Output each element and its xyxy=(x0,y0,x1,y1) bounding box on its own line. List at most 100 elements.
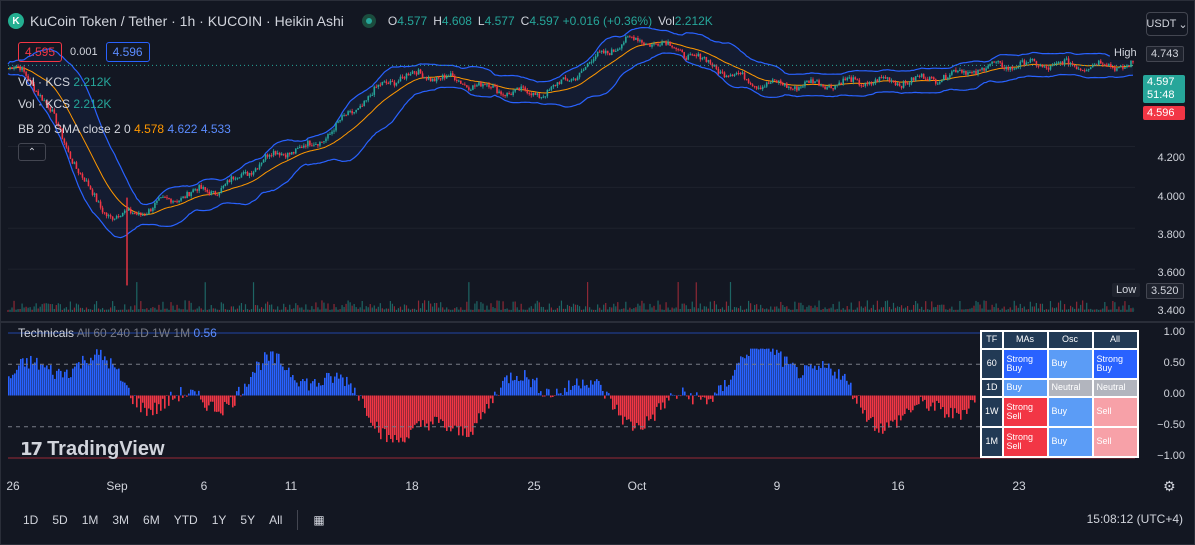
volume-bar xyxy=(784,306,786,312)
volume-bar xyxy=(162,301,164,312)
technicals-bar xyxy=(300,381,302,396)
technicals-bar xyxy=(82,355,84,396)
volume-bar xyxy=(271,304,273,312)
gear-icon[interactable]: ⚙ xyxy=(1163,478,1176,495)
volume-bar xyxy=(226,309,228,312)
volume-bar xyxy=(176,304,178,312)
candle-body xyxy=(816,80,818,82)
technicals-bar xyxy=(796,367,798,396)
volume-bar xyxy=(641,300,643,312)
range-button-5d[interactable]: 5D xyxy=(45,509,74,531)
volume-bar xyxy=(989,309,991,312)
currency-dropdown[interactable]: USDT ⌄ xyxy=(1146,12,1188,36)
technicals-bar xyxy=(68,378,70,396)
technicals-bar xyxy=(546,388,548,396)
candle-body xyxy=(938,82,941,84)
candle-body xyxy=(184,196,186,198)
range-button-6m[interactable]: 6M xyxy=(136,509,167,531)
range-button-1d[interactable]: 1D xyxy=(16,509,45,531)
range-button-1y[interactable]: 1Y xyxy=(205,509,234,531)
technicals-bar xyxy=(806,365,808,396)
volume-bar xyxy=(796,309,798,312)
technicals-bar xyxy=(528,379,530,396)
candle-body xyxy=(478,82,480,86)
volume-bar xyxy=(762,308,764,312)
chart-canvas[interactable] xyxy=(0,0,1195,545)
tradingview-logo[interactable]: 𝟭𝟳 TradingView xyxy=(20,438,165,461)
volume-bar xyxy=(309,309,311,312)
volume-bar xyxy=(283,303,285,312)
volume-bar xyxy=(446,307,448,312)
volume-bar xyxy=(212,308,214,312)
volume-bar xyxy=(411,308,414,312)
buy-button[interactable]: 4.596 xyxy=(105,42,150,62)
volume-legend-2[interactable]: Vol · KCS 2.212K xyxy=(18,97,111,111)
technicals-bar xyxy=(530,387,532,396)
candle-body xyxy=(192,189,194,193)
volume-bar xyxy=(204,282,206,312)
technicals-bar xyxy=(792,362,794,396)
volume-bar xyxy=(470,309,472,312)
candle-body xyxy=(975,70,977,75)
sell-button[interactable]: 4.595 xyxy=(18,42,63,62)
table-cell-osc: Neutral xyxy=(1046,378,1094,398)
clock[interactable]: 15:08:12 (UTC+4) xyxy=(1087,512,1183,526)
technicals-bar xyxy=(376,395,378,422)
candle-body xyxy=(234,178,237,180)
candle-body xyxy=(731,74,734,76)
candle-body xyxy=(455,79,458,81)
candle-body xyxy=(204,187,207,190)
technicals-bar xyxy=(196,394,198,396)
technicals-bar xyxy=(410,395,412,430)
volume-bar xyxy=(89,309,92,312)
volume-bar xyxy=(33,306,35,312)
technicals-bar xyxy=(780,351,782,396)
candle-body xyxy=(751,84,754,87)
technicals-bar xyxy=(848,384,850,396)
volume-bar xyxy=(379,303,381,312)
candle-body xyxy=(1093,64,1096,66)
technicals-bar xyxy=(672,394,674,396)
candle-body xyxy=(532,92,535,96)
volume-bar xyxy=(311,306,313,312)
candle-body xyxy=(886,77,889,79)
date-range-calendar-icon[interactable]: ▦ xyxy=(306,509,331,531)
candle-body xyxy=(307,140,309,147)
volume-bar xyxy=(174,309,176,312)
technicals-legend[interactable]: Technicals All 60 240 1D 1W 1M 0.56 xyxy=(18,326,217,340)
candle-body xyxy=(991,61,993,64)
technicals-bar xyxy=(224,395,226,402)
range-button-all[interactable]: All xyxy=(262,509,289,531)
candle-body xyxy=(912,77,915,81)
range-button-ytd[interactable]: YTD xyxy=(167,509,205,531)
candle-body xyxy=(953,69,955,72)
technicals-bar xyxy=(496,394,498,396)
volume-bar xyxy=(83,309,86,312)
volume-bar xyxy=(1047,309,1050,312)
technicals-bar xyxy=(492,395,494,404)
candle-body xyxy=(1049,65,1052,70)
volume-bar xyxy=(240,303,243,312)
candle-body xyxy=(258,164,261,169)
range-button-1m[interactable]: 1M xyxy=(75,509,106,531)
range-button-5y[interactable]: 5Y xyxy=(233,509,262,531)
candle-body xyxy=(1003,67,1005,70)
candle-body xyxy=(355,109,357,113)
range-button-3m[interactable]: 3M xyxy=(105,509,136,531)
technicals-bar xyxy=(678,394,680,396)
collapse-legend-button[interactable]: ⌃ xyxy=(18,143,46,161)
technicals-bar xyxy=(258,362,260,396)
technicals-bar xyxy=(158,395,160,405)
bb-legend[interactable]: BB 20 SMA close 2 0 4.578 4.622 4.533 xyxy=(18,122,231,136)
candle-body xyxy=(117,216,120,218)
technicals-bar xyxy=(502,380,504,396)
table-row: 1D Buy Neutral Neutral xyxy=(980,378,1139,398)
volume-legend-1[interactable]: Vol · KCS 2.212K xyxy=(18,75,111,89)
volume-bar xyxy=(830,307,832,312)
symbol-title[interactable]: KuCoin Token / Tether · 1h · KUCOIN · He… xyxy=(30,13,344,29)
candle-body xyxy=(480,82,482,87)
candle-body xyxy=(186,192,188,198)
volume-bar xyxy=(955,309,957,312)
candle-body xyxy=(109,215,112,217)
candle-body xyxy=(490,87,492,89)
